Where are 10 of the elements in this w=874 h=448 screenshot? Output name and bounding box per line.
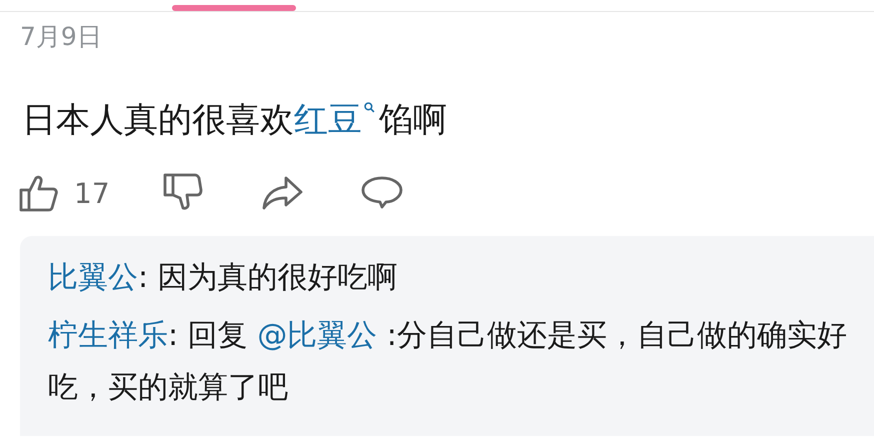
reply-text: 柠生祥乐: 回复 @比翼公 :分自己做还是买，自己做的确实好吃，买的就算了吧 — [48, 317, 848, 407]
reply-text: 比翼公: 因为真的很好吃啊 — [48, 259, 399, 297]
author-link[interactable]: 比翼公 — [48, 260, 138, 295]
search-icon — [364, 102, 375, 113]
comment-text: 日本人真的很喜欢红豆 馅啊 — [22, 99, 448, 142]
like-button[interactable]: 17 — [18, 172, 110, 214]
mention-link[interactable]: @比翼公 — [257, 318, 378, 353]
author-link[interactable]: 柠生祥乐 — [48, 318, 168, 353]
post-date: 7月9日 — [20, 22, 103, 52]
keyword-link[interactable]: 红豆 — [294, 100, 379, 140]
